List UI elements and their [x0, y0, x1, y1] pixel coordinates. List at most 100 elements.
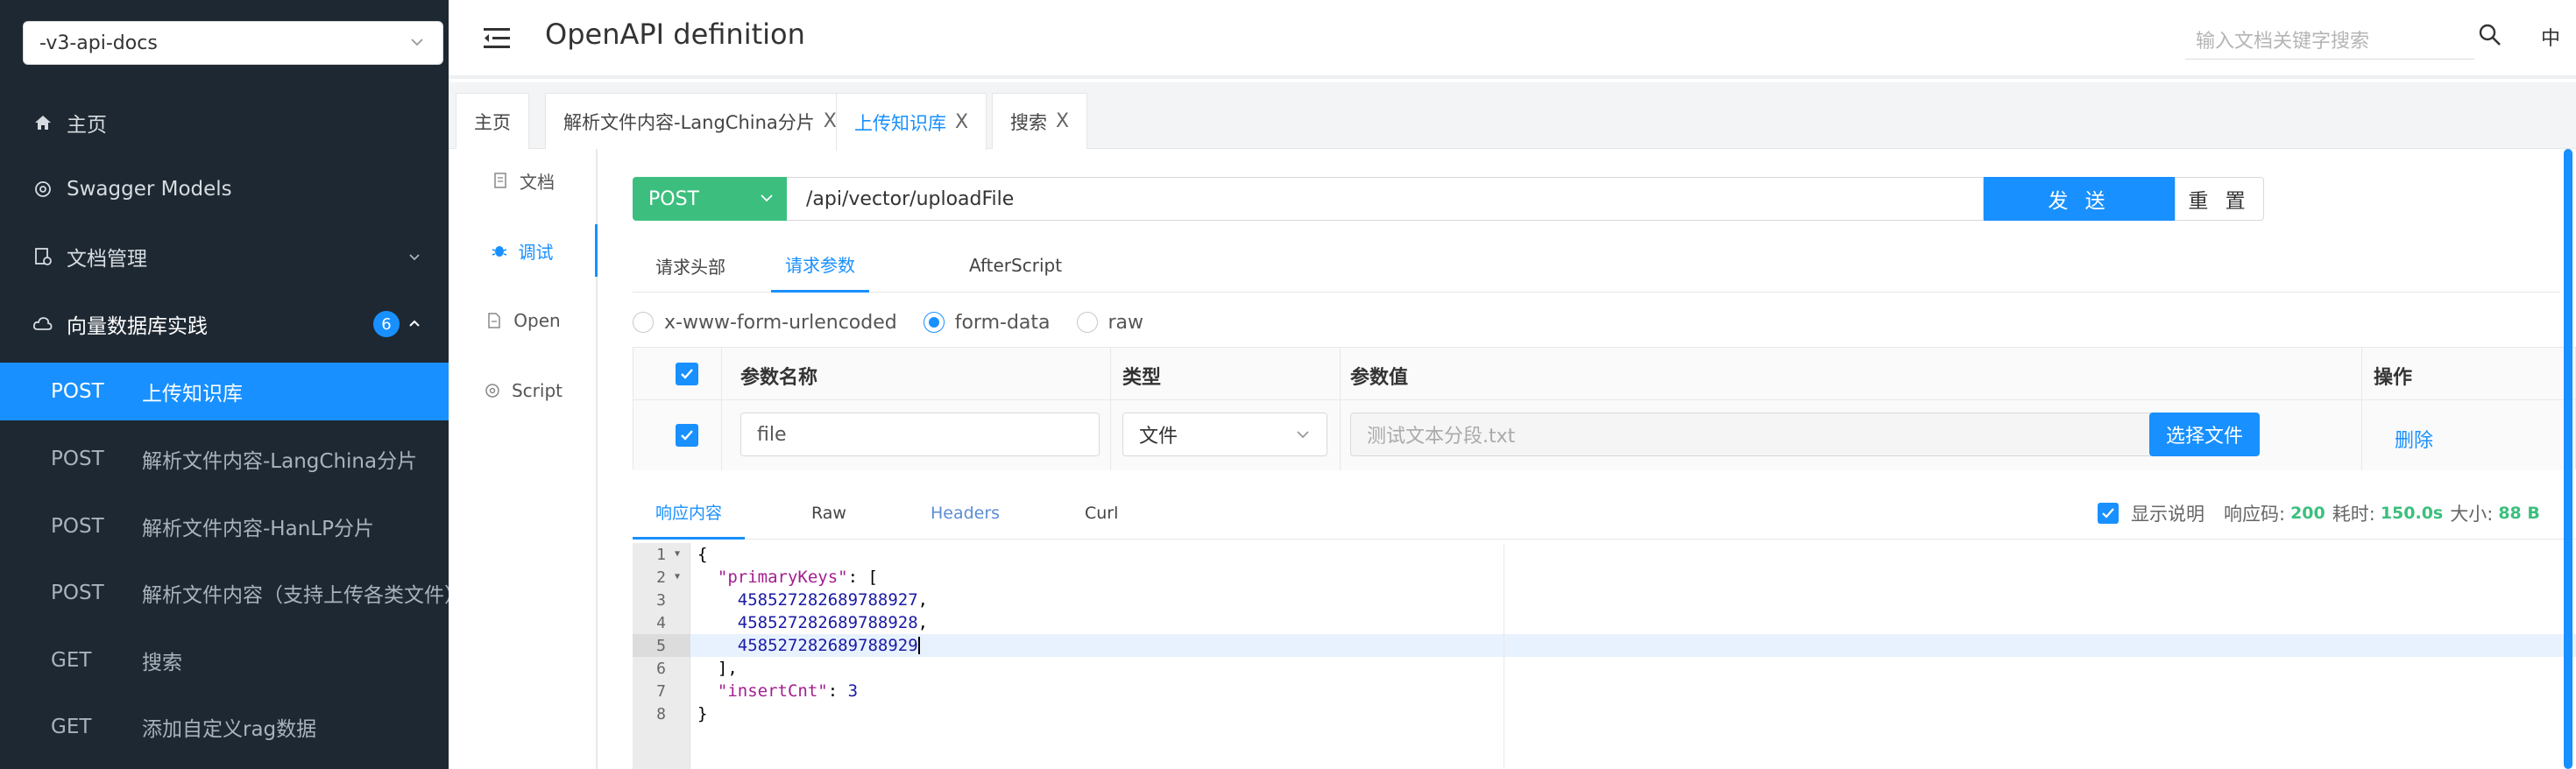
radio-raw[interactable]: raw — [1076, 311, 1144, 334]
tab-label: 主页 — [474, 111, 511, 133]
time-value: 150.0s — [2380, 504, 2444, 523]
tab-label: 搜索 — [1010, 111, 1047, 133]
api-title: 上传知识库 — [142, 383, 243, 406]
tab-response-headers[interactable]: Headers — [931, 487, 1000, 540]
tab-label: 解析文件内容-LangChina分片 — [563, 111, 815, 133]
send-button[interactable]: 发 送 — [1984, 177, 2175, 221]
group-select[interactable]: -v3-api-docs — [23, 21, 443, 65]
response-meta: 显示说明 响应码: 200 耗时: 150.0s 大小: 88 B — [2098, 496, 2547, 531]
sidebar-item-vector-db[interactable]: 向量数据库实践 6 — [0, 296, 449, 352]
tab-upload-kb[interactable]: 上传知识库 X — [836, 93, 987, 151]
tab-request-params[interactable]: 请求参数 — [771, 238, 869, 293]
tab-response-raw[interactable]: Raw — [811, 487, 846, 540]
chevron-down-icon — [1297, 431, 1309, 439]
radio-form-data[interactable]: form-data — [923, 312, 1051, 334]
doc-manage-icon — [32, 245, 54, 268]
language-switch[interactable]: 中 — [2541, 23, 2560, 51]
tab-request-headers[interactable]: 请求头部 — [655, 238, 725, 293]
fold-icon[interactable]: ▼ — [675, 549, 680, 559]
delete-link[interactable]: 删除 — [2395, 425, 2433, 453]
json-number: 458527282689788929 — [737, 636, 918, 655]
radio-circle — [633, 312, 654, 333]
search-input[interactable]: 输入文档关键字搜索 — [2185, 19, 2474, 60]
param-name-input[interactable]: file — [740, 413, 1100, 456]
api-method: POST — [51, 582, 104, 604]
sidebar-item-home[interactable]: 主页 — [0, 95, 449, 151]
radio-label: raw — [1108, 311, 1144, 334]
tab-response-content[interactable]: 响应内容 — [633, 487, 746, 540]
row-checkbox[interactable] — [676, 424, 698, 447]
api-item-parse-all[interactable]: POST 解析文件内容（支持上传各类文件） — [0, 564, 449, 622]
param-type-select[interactable]: 文件 — [1122, 413, 1327, 456]
param-type-value: 文件 — [1139, 426, 1178, 448]
tab-search[interactable]: 搜索 X — [992, 93, 1088, 149]
code-line: 458527282689788928, — [737, 613, 929, 632]
sidebar-item-label: 文档管理 — [67, 248, 147, 271]
line-number: 4 — [656, 613, 666, 632]
code-line: ], — [697, 657, 738, 680]
request-tabs: 请求头部 请求参数 AfterScript — [633, 238, 2560, 293]
api-item-parse-langchina[interactable]: POST 解析文件内容-LangChina分片 — [0, 430, 449, 488]
code-line: { — [697, 543, 707, 566]
chevron-down-icon — [411, 39, 423, 46]
url-input[interactable]: /api/vector/uploadFile — [787, 177, 1984, 221]
subnav-item-open[interactable]: Open — [449, 294, 598, 347]
method-select[interactable]: POST — [633, 177, 787, 221]
vertical-scrollbar[interactable] — [2564, 149, 2572, 769]
close-icon[interactable]: X — [955, 111, 968, 133]
subnav-label: Script — [511, 380, 563, 401]
line-number: 5 — [633, 634, 690, 657]
select-all-checkbox[interactable] — [676, 363, 698, 385]
api-method: POST — [51, 448, 104, 470]
chevron-up-icon — [409, 320, 420, 327]
method-value: POST — [648, 187, 699, 210]
bug-icon — [492, 246, 506, 257]
active-line-highlight — [690, 634, 2576, 657]
show-desc-label: 显示说明 — [2131, 504, 2204, 525]
subnav-item-debug[interactable]: 调试 — [449, 224, 598, 277]
show-desc-checkbox[interactable] — [2098, 503, 2119, 524]
subnav-item-doc[interactable]: 文档 — [449, 154, 598, 207]
response-body-editor[interactable]: 1 ▼ 2 ▼ 3 4 5 6 7 8 { "primaryKeys": [ 4… — [633, 543, 2576, 769]
table-row: file 文件 测试文本分段.txt 选择文件 删除 — [633, 400, 2575, 470]
line-number: 1 — [656, 545, 666, 564]
api-method: GET — [51, 649, 92, 672]
line-number: 7 — [656, 681, 666, 701]
divider — [2361, 348, 2362, 470]
api-item-upload-kb[interactable]: POST 上传知识库 — [0, 363, 449, 420]
col-header-type: 类型 — [1122, 367, 1162, 389]
close-icon[interactable]: X — [1056, 110, 1069, 132]
code-token: ], — [717, 659, 738, 678]
api-item-add-rag[interactable]: GET 添加自定义rag数据 — [0, 698, 449, 756]
line-gutter: 1 ▼ 2 ▼ 3 4 5 6 7 8 — [633, 543, 690, 769]
api-item-parse-hanlp[interactable]: POST 解析文件内容-HanLP分片 — [0, 497, 449, 555]
size-label: 大小: — [2450, 504, 2494, 525]
choose-file-button[interactable]: 选择文件 — [2149, 413, 2260, 456]
tab-home[interactable]: 主页 — [456, 93, 529, 149]
json-key: "primaryKeys" — [717, 568, 848, 587]
reset-button[interactable]: 重 置 — [2175, 177, 2264, 221]
search-icon[interactable] — [2478, 23, 2502, 47]
subnav-label: 调试 — [518, 241, 554, 263]
tab-bar: 主页 解析文件内容-LangChina分片 X 上传知识库 X 搜索 X — [449, 82, 2576, 151]
fold-icon[interactable]: ▼ — [675, 572, 680, 582]
tab-after-script[interactable]: AfterScript — [969, 238, 1062, 293]
subnav-label: 文档 — [520, 171, 555, 193]
radio-urlencoded[interactable]: x-www-form-urlencoded — [633, 312, 897, 334]
api-title: 解析文件内容（支持上传各类文件） — [142, 584, 449, 607]
time-label: 耗时: — [2332, 504, 2375, 525]
radio-label: x-www-form-urlencoded — [664, 311, 897, 334]
api-item-search[interactable]: GET 搜索 — [0, 631, 449, 689]
sidebar-item-swagger-models[interactable]: Swagger Models — [0, 161, 449, 217]
tab-parse-langchina[interactable]: 解析文件内容-LangChina分片 X — [545, 93, 855, 149]
api-title: 搜索 — [142, 652, 182, 674]
collapse-menu-icon[interactable] — [484, 26, 512, 51]
tab-response-curl[interactable]: Curl — [1085, 487, 1118, 540]
close-icon[interactable]: X — [824, 110, 837, 132]
subnav-item-script[interactable]: Script — [449, 364, 598, 417]
sidebar-item-doc-manage[interactable]: 文档管理 — [0, 229, 449, 285]
param-value-input[interactable]: 测试文本分段.txt — [1350, 413, 2167, 456]
divider — [1110, 348, 1111, 470]
params-table: 参数名称 类型 参数值 操作 file 文件 测试文本分段.txt 选择文件 删… — [633, 347, 2576, 470]
content-type-group: x-www-form-urlencoded form-data raw — [633, 305, 1170, 340]
